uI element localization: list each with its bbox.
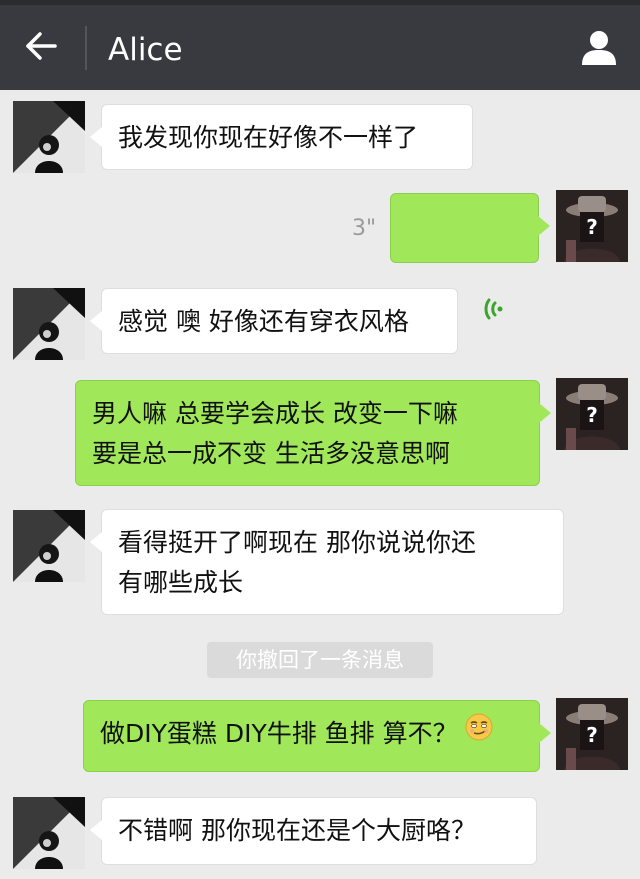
message-bubble-outgoing[interactable]: 做DIY蛋糕 DIY牛排 鱼排 算不？ xyxy=(83,700,551,772)
voice-wave-icon xyxy=(483,214,538,376)
status-strip xyxy=(0,0,640,5)
chat-title: Alice xyxy=(108,32,183,68)
svg-text:?: ? xyxy=(586,215,598,239)
header-divider xyxy=(85,26,87,70)
contact-avatar[interactable] xyxy=(13,797,85,869)
voice-duration: 3" xyxy=(352,216,377,241)
person-icon xyxy=(579,27,619,71)
smirk-emoji-icon xyxy=(464,712,494,754)
svg-text:?: ? xyxy=(586,403,598,427)
message-bubble-outgoing[interactable]: 男人嘛 总要学会成长 改变一下嘛 要是总一成不变 生活多没意思啊 xyxy=(75,380,551,486)
contact-avatar[interactable] xyxy=(13,510,85,582)
recalled-message-notice: 你撤回了一条消息 xyxy=(207,642,433,678)
voice-message-bubble[interactable] xyxy=(390,193,550,320)
my-avatar[interactable]: ? xyxy=(556,190,628,262)
arrow-left-icon xyxy=(24,31,58,65)
back-button[interactable] xyxy=(14,28,68,68)
contact-avatar[interactable] xyxy=(13,288,85,360)
svg-text:?: ? xyxy=(586,723,598,747)
my-avatar[interactable]: ? xyxy=(556,378,628,450)
message-bubble-incoming[interactable]: 看得挺开了啊现在 那你说说你还 有哪些成长 xyxy=(90,509,564,615)
message-bubble-incoming[interactable]: 不错啊 那你现在还是个大厨咯？ xyxy=(90,797,537,865)
chat-info-button[interactable] xyxy=(576,26,622,72)
contact-avatar[interactable] xyxy=(13,101,85,173)
my-avatar[interactable]: ? xyxy=(556,698,628,770)
message-bubble-incoming[interactable]: 我发现你现在好像不一样了 xyxy=(90,104,473,170)
message-bubble-incoming[interactable]: 感觉 噢 好像还有穿衣风格 xyxy=(90,288,458,354)
title-bar: Alice xyxy=(0,0,640,90)
message-text: 做DIY蛋糕 DIY牛排 鱼排 算不？ xyxy=(100,719,458,748)
